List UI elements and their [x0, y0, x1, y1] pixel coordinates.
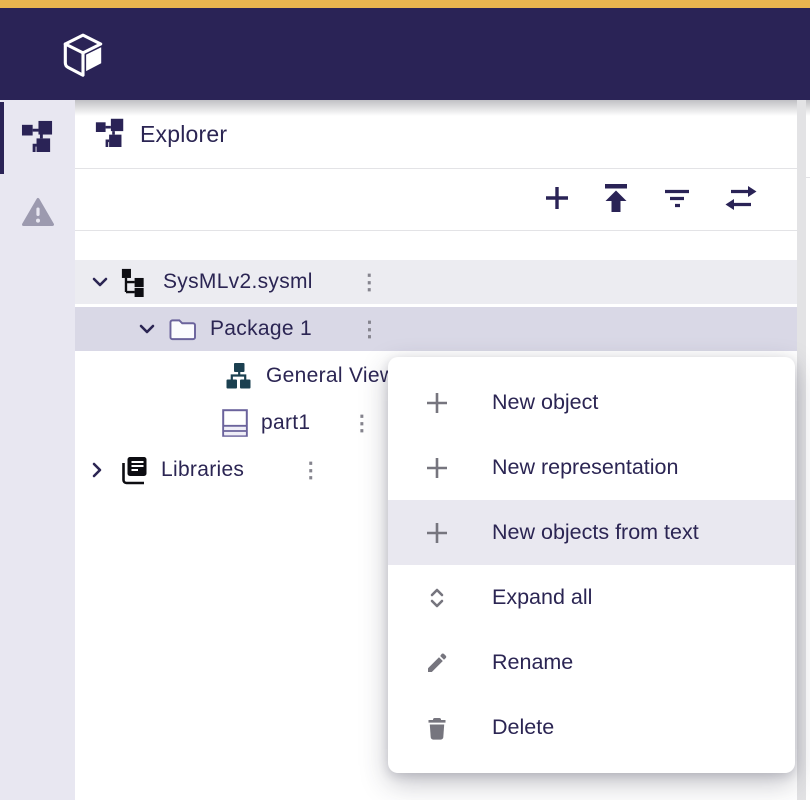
- plus-icon: [542, 183, 572, 216]
- chevron-down-icon[interactable]: [88, 272, 112, 292]
- panel-title: Explorer: [140, 121, 227, 148]
- more-options-icon[interactable]: ⋮: [359, 272, 380, 293]
- swap-synchronize-button[interactable]: [721, 182, 761, 217]
- add-button[interactable]: [542, 183, 572, 216]
- menu-item-new-objects-from-text[interactable]: New objects from text: [388, 500, 795, 565]
- tree-item-label: SysMLv2.sysml: [163, 270, 313, 294]
- menu-item-label: New object: [492, 390, 598, 415]
- tree-item-label: Package 1: [210, 317, 312, 341]
- more-options-icon[interactable]: ⋮: [359, 319, 380, 340]
- plus-icon: [424, 455, 450, 481]
- filter-button[interactable]: [660, 182, 694, 217]
- tree-item-context-menu: New object New representation New object…: [388, 357, 795, 773]
- tree-structure-icon: [95, 117, 125, 152]
- app-header: [0, 8, 810, 100]
- unfold-more-icon: [424, 586, 450, 610]
- explorer-panel-header: Explorer: [75, 100, 797, 169]
- top-accent-bar: [0, 0, 810, 8]
- menu-item-label: Delete: [492, 715, 554, 740]
- pencil-icon: [424, 651, 450, 675]
- explorer-toolbar: [75, 169, 797, 231]
- part-definition-icon: [222, 409, 248, 437]
- menu-item-delete[interactable]: Delete: [388, 695, 795, 760]
- app-logo-button[interactable]: [59, 31, 107, 83]
- adjacent-panel-edge: [806, 100, 810, 800]
- menu-item-new-object[interactable]: New object: [388, 370, 795, 435]
- chevron-down-icon[interactable]: [135, 319, 159, 339]
- tree-item-label: General View: [266, 364, 395, 388]
- menu-item-new-representation[interactable]: New representation: [388, 435, 795, 500]
- sidebar-item-explorer[interactable]: [0, 100, 75, 176]
- menu-item-label: Rename: [492, 650, 573, 675]
- more-options-icon[interactable]: ⋮: [300, 460, 321, 481]
- plus-icon: [424, 390, 450, 416]
- menu-item-expand-all[interactable]: Expand all: [388, 565, 795, 630]
- tree-item-label: Libraries: [161, 458, 244, 482]
- tree-row-package-1[interactable]: Package 1 ⋮: [75, 307, 797, 351]
- menu-item-label: Expand all: [492, 585, 592, 610]
- more-options-icon[interactable]: ⋮: [351, 413, 372, 434]
- tree-structure-icon: [21, 119, 54, 157]
- left-rail-sidebar: [0, 100, 75, 800]
- folder-icon: [168, 317, 197, 342]
- warning-icon: [22, 197, 54, 232]
- model-file-icon: [121, 268, 150, 297]
- tree-row-sysmlv2-file[interactable]: SysMLv2.sysml ⋮: [75, 260, 797, 304]
- libraries-icon: [118, 455, 148, 485]
- diagram-icon: [225, 362, 253, 390]
- upload-button[interactable]: [599, 182, 633, 217]
- chevron-right-icon[interactable]: [85, 460, 109, 480]
- upload-icon: [599, 182, 633, 217]
- plus-icon: [424, 520, 450, 546]
- swap-horizontal-icon: [721, 182, 761, 217]
- menu-item-label: New objects from text: [492, 520, 699, 545]
- tree-item-label: part1: [261, 411, 310, 435]
- trash-icon: [424, 716, 450, 740]
- app-screen: Explorer: [0, 0, 810, 800]
- menu-item-rename[interactable]: Rename: [388, 630, 795, 695]
- filter-icon: [660, 182, 694, 217]
- menu-item-label: New representation: [492, 455, 678, 480]
- sidebar-item-validation[interactable]: [0, 176, 75, 252]
- cube-icon: [59, 71, 107, 86]
